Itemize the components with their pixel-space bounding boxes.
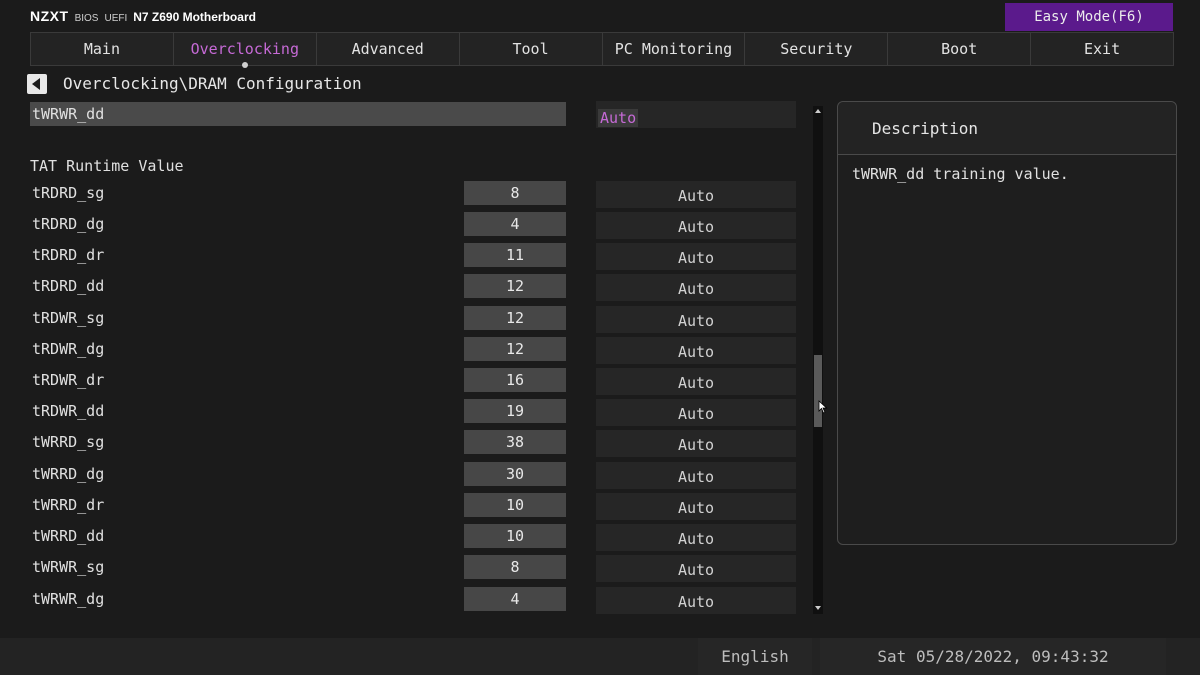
description-text: tWRWR_dd training value. bbox=[852, 165, 1069, 183]
selected-row-highlight[interactable] bbox=[30, 102, 566, 126]
row-value: 4 bbox=[464, 212, 566, 236]
row-label[interactable]: tWRWR_sg bbox=[32, 555, 104, 579]
settings-list: tWRWR_dd Auto TAT Runtime Value tRDRD_sg… bbox=[0, 0, 810, 675]
date-time: Sat 05/28/2022, 09:43:32 bbox=[820, 638, 1166, 675]
row-option[interactable]: Auto bbox=[596, 368, 796, 395]
row-label[interactable]: tRDWR_dr bbox=[32, 368, 104, 392]
row-option[interactable]: Auto bbox=[596, 493, 796, 520]
easy-mode-button[interactable]: Easy Mode(F6) bbox=[1005, 3, 1173, 31]
row-option[interactable]: Auto bbox=[596, 587, 796, 614]
row-value: 12 bbox=[464, 306, 566, 330]
row-option[interactable]: Auto bbox=[596, 399, 796, 426]
row-label[interactable]: tRDRD_dr bbox=[32, 243, 104, 267]
row-value: 8 bbox=[464, 555, 566, 579]
row-label[interactable]: tRDRD_sg bbox=[32, 181, 104, 205]
language-selector[interactable]: English bbox=[698, 638, 812, 675]
selected-row-option[interactable]: Auto bbox=[596, 101, 796, 128]
row-option[interactable]: Auto bbox=[596, 181, 796, 208]
selected-row-label[interactable]: tWRWR_dd bbox=[32, 102, 104, 126]
row-label[interactable]: tRDWR_dg bbox=[32, 337, 104, 361]
row-value: 16 bbox=[464, 368, 566, 392]
row-value: 11 bbox=[464, 243, 566, 267]
row-option[interactable]: Auto bbox=[596, 462, 796, 489]
tab-exit[interactable]: Exit bbox=[1031, 33, 1174, 65]
row-option[interactable]: Auto bbox=[596, 274, 796, 301]
description-panel: Description tWRWR_dd training value. bbox=[837, 101, 1177, 545]
row-value: 38 bbox=[464, 430, 566, 454]
scroll-down-arrow-icon[interactable] bbox=[815, 606, 821, 610]
mouse-cursor-icon bbox=[818, 400, 828, 414]
section-title: TAT Runtime Value bbox=[30, 157, 184, 175]
description-title: Description bbox=[838, 102, 1176, 155]
row-label[interactable]: tWRWR_dg bbox=[32, 587, 104, 611]
row-label[interactable]: tRDWR_dd bbox=[32, 399, 104, 423]
row-value: 10 bbox=[464, 524, 566, 548]
row-label[interactable]: tWRRD_dr bbox=[32, 493, 104, 517]
row-value: 30 bbox=[464, 462, 566, 486]
row-option[interactable]: Auto bbox=[596, 555, 796, 582]
scroll-up-arrow-icon[interactable] bbox=[815, 109, 821, 113]
row-option[interactable]: Auto bbox=[596, 524, 796, 551]
selected-row-option-value: Auto bbox=[598, 109, 639, 127]
row-value: 10 bbox=[464, 493, 566, 517]
row-option[interactable]: Auto bbox=[596, 243, 796, 270]
row-label[interactable]: tWRRD_sg bbox=[32, 430, 104, 454]
row-value: 12 bbox=[464, 337, 566, 361]
row-value: 8 bbox=[464, 181, 566, 205]
tab-boot[interactable]: Boot bbox=[888, 33, 1032, 65]
row-value: 4 bbox=[464, 587, 566, 611]
row-value: 19 bbox=[464, 399, 566, 423]
row-option[interactable]: Auto bbox=[596, 430, 796, 457]
row-label[interactable]: tWRRD_dg bbox=[32, 462, 104, 486]
row-label[interactable]: tRDRD_dg bbox=[32, 212, 104, 236]
row-value: 12 bbox=[464, 274, 566, 298]
scrollbar-thumb[interactable] bbox=[814, 355, 822, 427]
row-option[interactable]: Auto bbox=[596, 212, 796, 239]
row-label[interactable]: tRDRD_dd bbox=[32, 274, 104, 298]
row-option[interactable]: Auto bbox=[596, 306, 796, 333]
row-option[interactable]: Auto bbox=[596, 337, 796, 364]
bios-screen: NZXT BIOS UEFI N7 Z690 Motherboard Easy … bbox=[0, 0, 1200, 675]
row-label[interactable]: tRDWR_sg bbox=[32, 306, 104, 330]
row-label[interactable]: tWRRD_dd bbox=[32, 524, 104, 548]
